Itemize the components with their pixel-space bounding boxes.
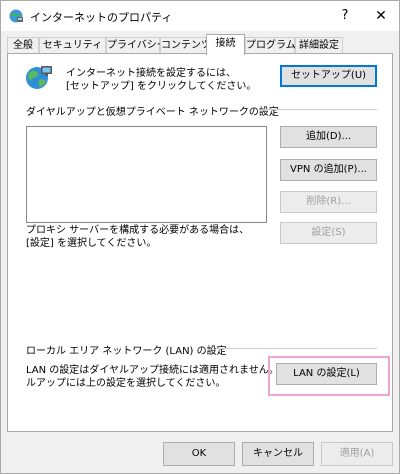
proxy-text-line2: [設定] を選択してください。 xyxy=(26,238,157,249)
lan-divider xyxy=(216,348,377,349)
window-title: インターネットのプロパティ xyxy=(30,11,173,24)
add-button[interactable]: 追加(D)... xyxy=(280,126,377,148)
add-vpn-button[interactable]: VPN の追加(P)... xyxy=(280,159,377,181)
remove-button[interactable]: 削除(R)... xyxy=(280,191,377,213)
internet-options-icon xyxy=(9,9,23,23)
lan-text-line1: LAN の設定はダイヤルアップ接続には適用されません。ダイヤ xyxy=(26,365,309,376)
tab-security[interactable]: セキュリティ xyxy=(39,37,106,54)
lan-text-line2: ルアップには上の設定を選択してください。 xyxy=(26,378,226,389)
connections-panel: インターネット接続を設定するには、 [セットアップ] をクリックしてください。 … xyxy=(7,53,393,432)
close-button[interactable]: ✕ xyxy=(369,6,393,26)
setup-text-line1: インターネット接続を設定するには、 xyxy=(66,68,236,79)
proxy-text-line1: プロキシ サーバーを構成する必要がある場合は、 xyxy=(26,225,250,236)
tab-advanced[interactable]: 詳細設定 xyxy=(295,37,343,54)
internet-properties-window: インターネットのプロパティ ? ✕ 全般 セキュリティ プライバシー コンテンツ… xyxy=(0,0,400,474)
lan-group-label: ローカル エリア ネットワーク (LAN) の設定 xyxy=(26,346,227,357)
tab-privacy[interactable]: プライバシー xyxy=(106,37,167,54)
title-bar: インターネットのプロパティ ? ✕ xyxy=(1,1,399,31)
settings-button[interactable]: 設定(S) xyxy=(280,222,377,244)
help-button[interactable]: ? xyxy=(333,6,357,26)
ok-button[interactable]: OK xyxy=(163,442,235,466)
apply-button[interactable]: 適用(A) xyxy=(321,442,393,466)
cancel-button[interactable]: キャンセル xyxy=(242,442,314,466)
proxy-description: プロキシ サーバーを構成する必要がある場合は、 [設定] を選択してください。 xyxy=(26,224,249,250)
tab-content[interactable]: コンテンツ xyxy=(160,37,211,54)
setup-description: インターネット接続を設定するには、 [セットアップ] をクリックしてください。 xyxy=(66,67,256,93)
tab-connections[interactable]: 接続 xyxy=(206,34,245,55)
tab-programs[interactable]: プログラム xyxy=(245,37,296,54)
lan-settings-button[interactable]: LAN の設定(L) xyxy=(276,363,377,385)
dialup-connections-list[interactable] xyxy=(26,126,267,223)
dialup-group-label: ダイヤルアップと仮想プライベート ネットワークの設定 xyxy=(26,107,279,118)
lan-description: LAN の設定はダイヤルアップ接続には適用されません。ダイヤ ルアップには上の設… xyxy=(26,364,308,390)
setup-text-line2: [セットアップ] をクリックしてください。 xyxy=(66,81,257,92)
dialup-divider xyxy=(261,109,377,110)
globe-icon xyxy=(26,66,52,89)
setup-button[interactable]: セットアップ(U) xyxy=(280,65,377,87)
tab-general[interactable]: 全般 xyxy=(7,37,39,54)
